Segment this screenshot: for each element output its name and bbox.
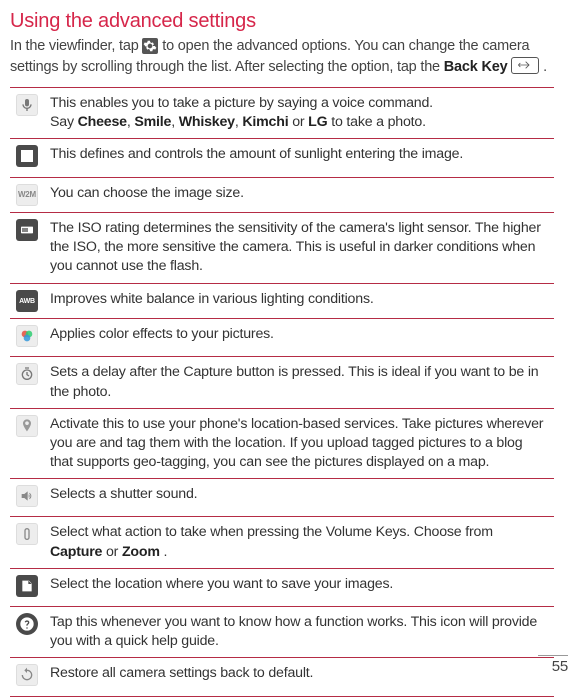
table-row: Tap this whenever you want to know how a…: [10, 607, 554, 658]
table-row: The ISO rating determines the sensitivit…: [10, 213, 554, 284]
volume-key-icon: [16, 523, 38, 545]
text: .: [164, 544, 168, 560]
keyword: Zoom: [122, 544, 160, 560]
table-row: Activate this to use your phone's locati…: [10, 408, 554, 479]
table-row: Selects a shutter sound.: [10, 479, 554, 517]
table-row: W2M You can choose the image size.: [10, 177, 554, 212]
setting-description: Applies color effects to your pictures.: [44, 319, 554, 357]
setting-description: Improves white balance in various lighti…: [44, 283, 554, 319]
sep: or: [106, 544, 122, 560]
sep: ,: [171, 114, 178, 130]
setting-description: The ISO rating determines the sensitivit…: [44, 213, 554, 284]
shutter-sound-icon: [16, 485, 38, 507]
awb-icon: AWB: [16, 290, 38, 312]
keyword: Cheese: [78, 114, 127, 130]
table-row: AWB Improves white balance in various li…: [10, 283, 554, 319]
settings-table: This enables you to take a picture by sa…: [10, 87, 554, 696]
voice-icon: [16, 94, 38, 116]
table-row: Select what action to take when pressing…: [10, 517, 554, 568]
sep: or: [288, 114, 308, 130]
setting-description: Select the location where you want to sa…: [44, 568, 554, 606]
exposure-icon: [16, 145, 38, 167]
keyword: LG: [308, 114, 327, 130]
table-row: Applies color effects to your pictures.: [10, 319, 554, 357]
keyword: Whiskey: [179, 114, 235, 130]
setting-description: Selects a shutter sound.: [44, 479, 554, 517]
keyword: Kimchi: [242, 114, 288, 130]
page-number: 55: [538, 655, 568, 675]
text: Select what action to take when pressing…: [50, 524, 493, 540]
size-icon: W2M: [16, 184, 38, 206]
setting-description: Tap this whenever you want to know how a…: [44, 607, 554, 658]
setting-description: This enables you to take a picture by sa…: [44, 88, 554, 139]
setting-description: Select what action to take when pressing…: [44, 517, 554, 568]
table-row: This defines and controls the amount of …: [10, 139, 554, 177]
intro-paragraph: In the viewfinder, tap to open the advan…: [10, 37, 554, 77]
table-row: Sets a delay after the Capture button is…: [10, 357, 554, 408]
iso-icon: [16, 219, 38, 241]
intro-text-4: .: [543, 59, 547, 75]
gear-icon: [142, 38, 158, 54]
color-icon: [16, 325, 38, 347]
table-row: Restore all camera settings back to defa…: [10, 658, 554, 696]
table-row: Select the location where you want to sa…: [10, 568, 554, 606]
setting-description: Activate this to use your phone's locati…: [44, 408, 554, 479]
setting-description: Sets a delay after the Capture button is…: [44, 357, 554, 408]
storage-icon: [16, 575, 38, 597]
section-title: Using the advanced settings: [10, 10, 554, 33]
help-icon: [16, 613, 38, 635]
geotag-icon: [16, 415, 38, 437]
text: to take a photo.: [331, 114, 426, 130]
keyword: Capture: [50, 544, 102, 560]
keyword: Smile: [134, 114, 171, 130]
setting-description: You can choose the image size.: [44, 177, 554, 212]
timer-icon: [16, 363, 38, 385]
table-row: This enables you to take a picture by sa…: [10, 88, 554, 139]
back-key-label: Back Key: [444, 59, 508, 75]
intro-text-1: In the viewfinder, tap: [10, 38, 142, 54]
back-key-icon: [511, 57, 539, 74]
setting-description: Restore all camera settings back to defa…: [44, 658, 554, 696]
reset-icon: [16, 664, 38, 686]
setting-description: This defines and controls the amount of …: [44, 139, 554, 177]
